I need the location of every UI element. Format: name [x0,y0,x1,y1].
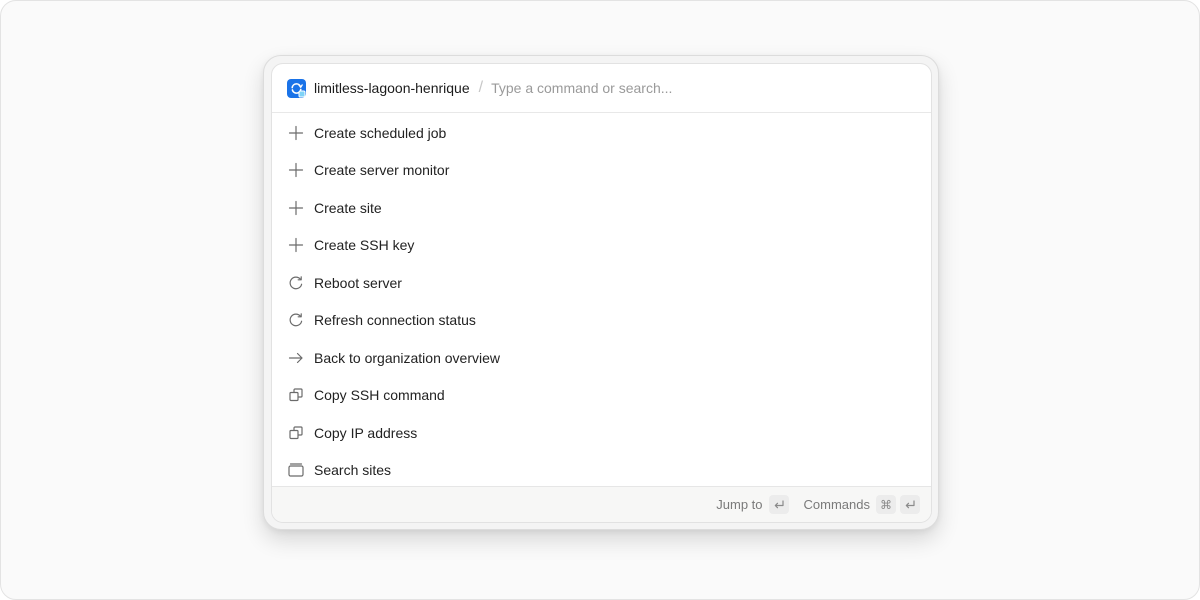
server-icon [287,78,306,98]
refresh-icon [288,275,304,291]
server-name: limitless-lagoon-henrique [314,80,470,96]
command-item[interactable]: Create server monitor [272,152,931,190]
command-item[interactable]: Create SSH key [272,227,931,265]
command-item[interactable]: Copy IP address [272,414,931,452]
plus-icon [288,125,304,141]
command-search-input[interactable] [491,73,931,103]
command-item-label: Create server monitor [314,162,450,179]
command-item-label: Create scheduled job [314,124,447,141]
command-item[interactable]: Refresh connection status [272,302,931,340]
command-item-label: Create site [314,199,382,216]
search-bar: limitless-lagoon-henrique / [272,64,931,113]
command-item[interactable]: Search sites [272,452,931,490]
plus-icon [288,162,304,178]
command-item[interactable]: Back to organization overview [272,339,931,377]
command-item[interactable]: Copy SSH command [272,377,931,415]
canvas-background: limitless-lagoon-henrique / Create sched… [0,0,1200,600]
jump-to-label: Jump to [716,497,763,512]
enter-key-icon [768,495,789,514]
enter-key-icon [900,495,920,514]
command-item-label: Refresh connection status [314,312,476,329]
command-item-label: Create SSH key [314,237,415,254]
copy-icon [288,425,304,441]
command-item[interactable]: Reboot server [272,264,931,302]
copy-icon [288,387,304,403]
commands-hint: Commands ⌘ [804,495,920,514]
commands-label: Commands [803,497,870,512]
window-icon [288,462,304,478]
command-palette: limitless-lagoon-henrique / Create sched… [271,63,932,523]
palette-footer: Jump to Commands ⌘ [272,486,931,522]
command-item-label: Copy IP address [314,424,418,441]
command-list: Create scheduled job Create server monito… [272,113,931,489]
command-item-label: Copy SSH command [314,387,445,404]
plus-icon [288,237,304,253]
command-item-label: Search sites [314,462,392,479]
breadcrumb-separator: / [478,79,484,96]
jump-to-hint: Jump to [716,495,789,514]
command-key-icon: ⌘ [876,495,896,514]
plus-icon [288,200,304,216]
command-item[interactable]: Create scheduled job [272,114,931,152]
command-item-label: Back to organization overview [314,349,500,366]
command-item[interactable]: Create site [272,189,931,227]
arrow-right-icon [288,350,304,366]
command-item-label: Reboot server [314,274,402,291]
command-palette-frame: limitless-lagoon-henrique / Create sched… [263,55,939,530]
refresh-icon [288,312,304,328]
